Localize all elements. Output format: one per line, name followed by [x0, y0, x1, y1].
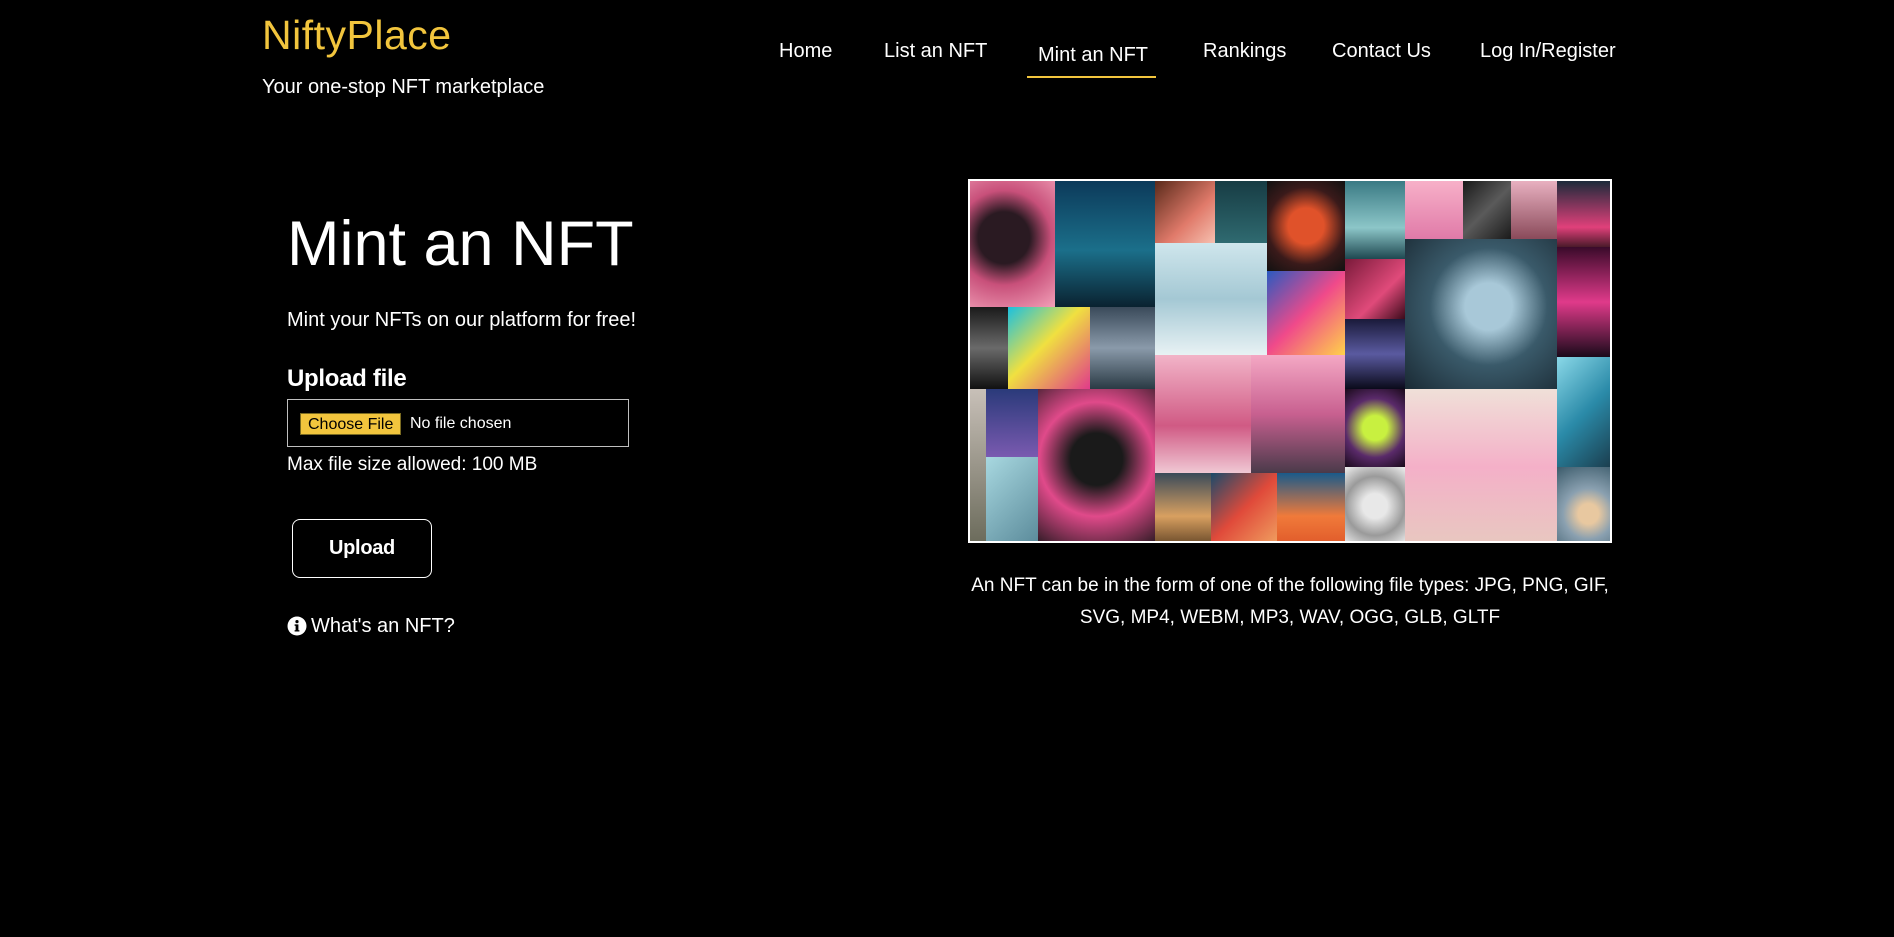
max-file-size-text: Max file size allowed: 100 MB — [287, 454, 538, 475]
choose-file-button[interactable]: Choose File — [300, 413, 402, 435]
nav-mint-nft[interactable]: Mint an NFT — [1038, 44, 1148, 67]
file-types-text: An NFT can be in the form of one of the … — [971, 575, 1609, 628]
info-circle-icon — [287, 616, 307, 636]
page: NiftyPlace Your one-stop NFT marketplace… — [0, 0, 1894, 937]
whats-an-nft-label: What's an NFT? — [311, 614, 455, 637]
page-subtitle: Mint your NFTs on our platform for free! — [287, 309, 637, 331]
page-title: Mint an NFT — [287, 209, 634, 279]
nav-rankings[interactable]: Rankings — [1203, 40, 1286, 63]
nav-list-nft[interactable]: List an NFT — [884, 40, 987, 63]
nav-active-indicator — [1027, 76, 1156, 78]
nft-collage-image — [968, 179, 1612, 543]
file-status-text: No file chosen — [410, 415, 512, 432]
main-nav: Home List an NFT Mint an NFT Rankings Co… — [0, 40, 1894, 90]
upload-button[interactable]: Upload — [292, 519, 432, 578]
nav-login-register[interactable]: Log In/Register — [1480, 40, 1616, 63]
whats-an-nft-link[interactable]: What's an NFT? — [287, 614, 455, 638]
file-input[interactable]: Choose File No file chosen — [287, 399, 629, 447]
nav-home[interactable]: Home — [779, 40, 832, 63]
nav-contact-us[interactable]: Contact Us — [1332, 40, 1431, 63]
upload-file-label: Upload file — [287, 365, 407, 392]
